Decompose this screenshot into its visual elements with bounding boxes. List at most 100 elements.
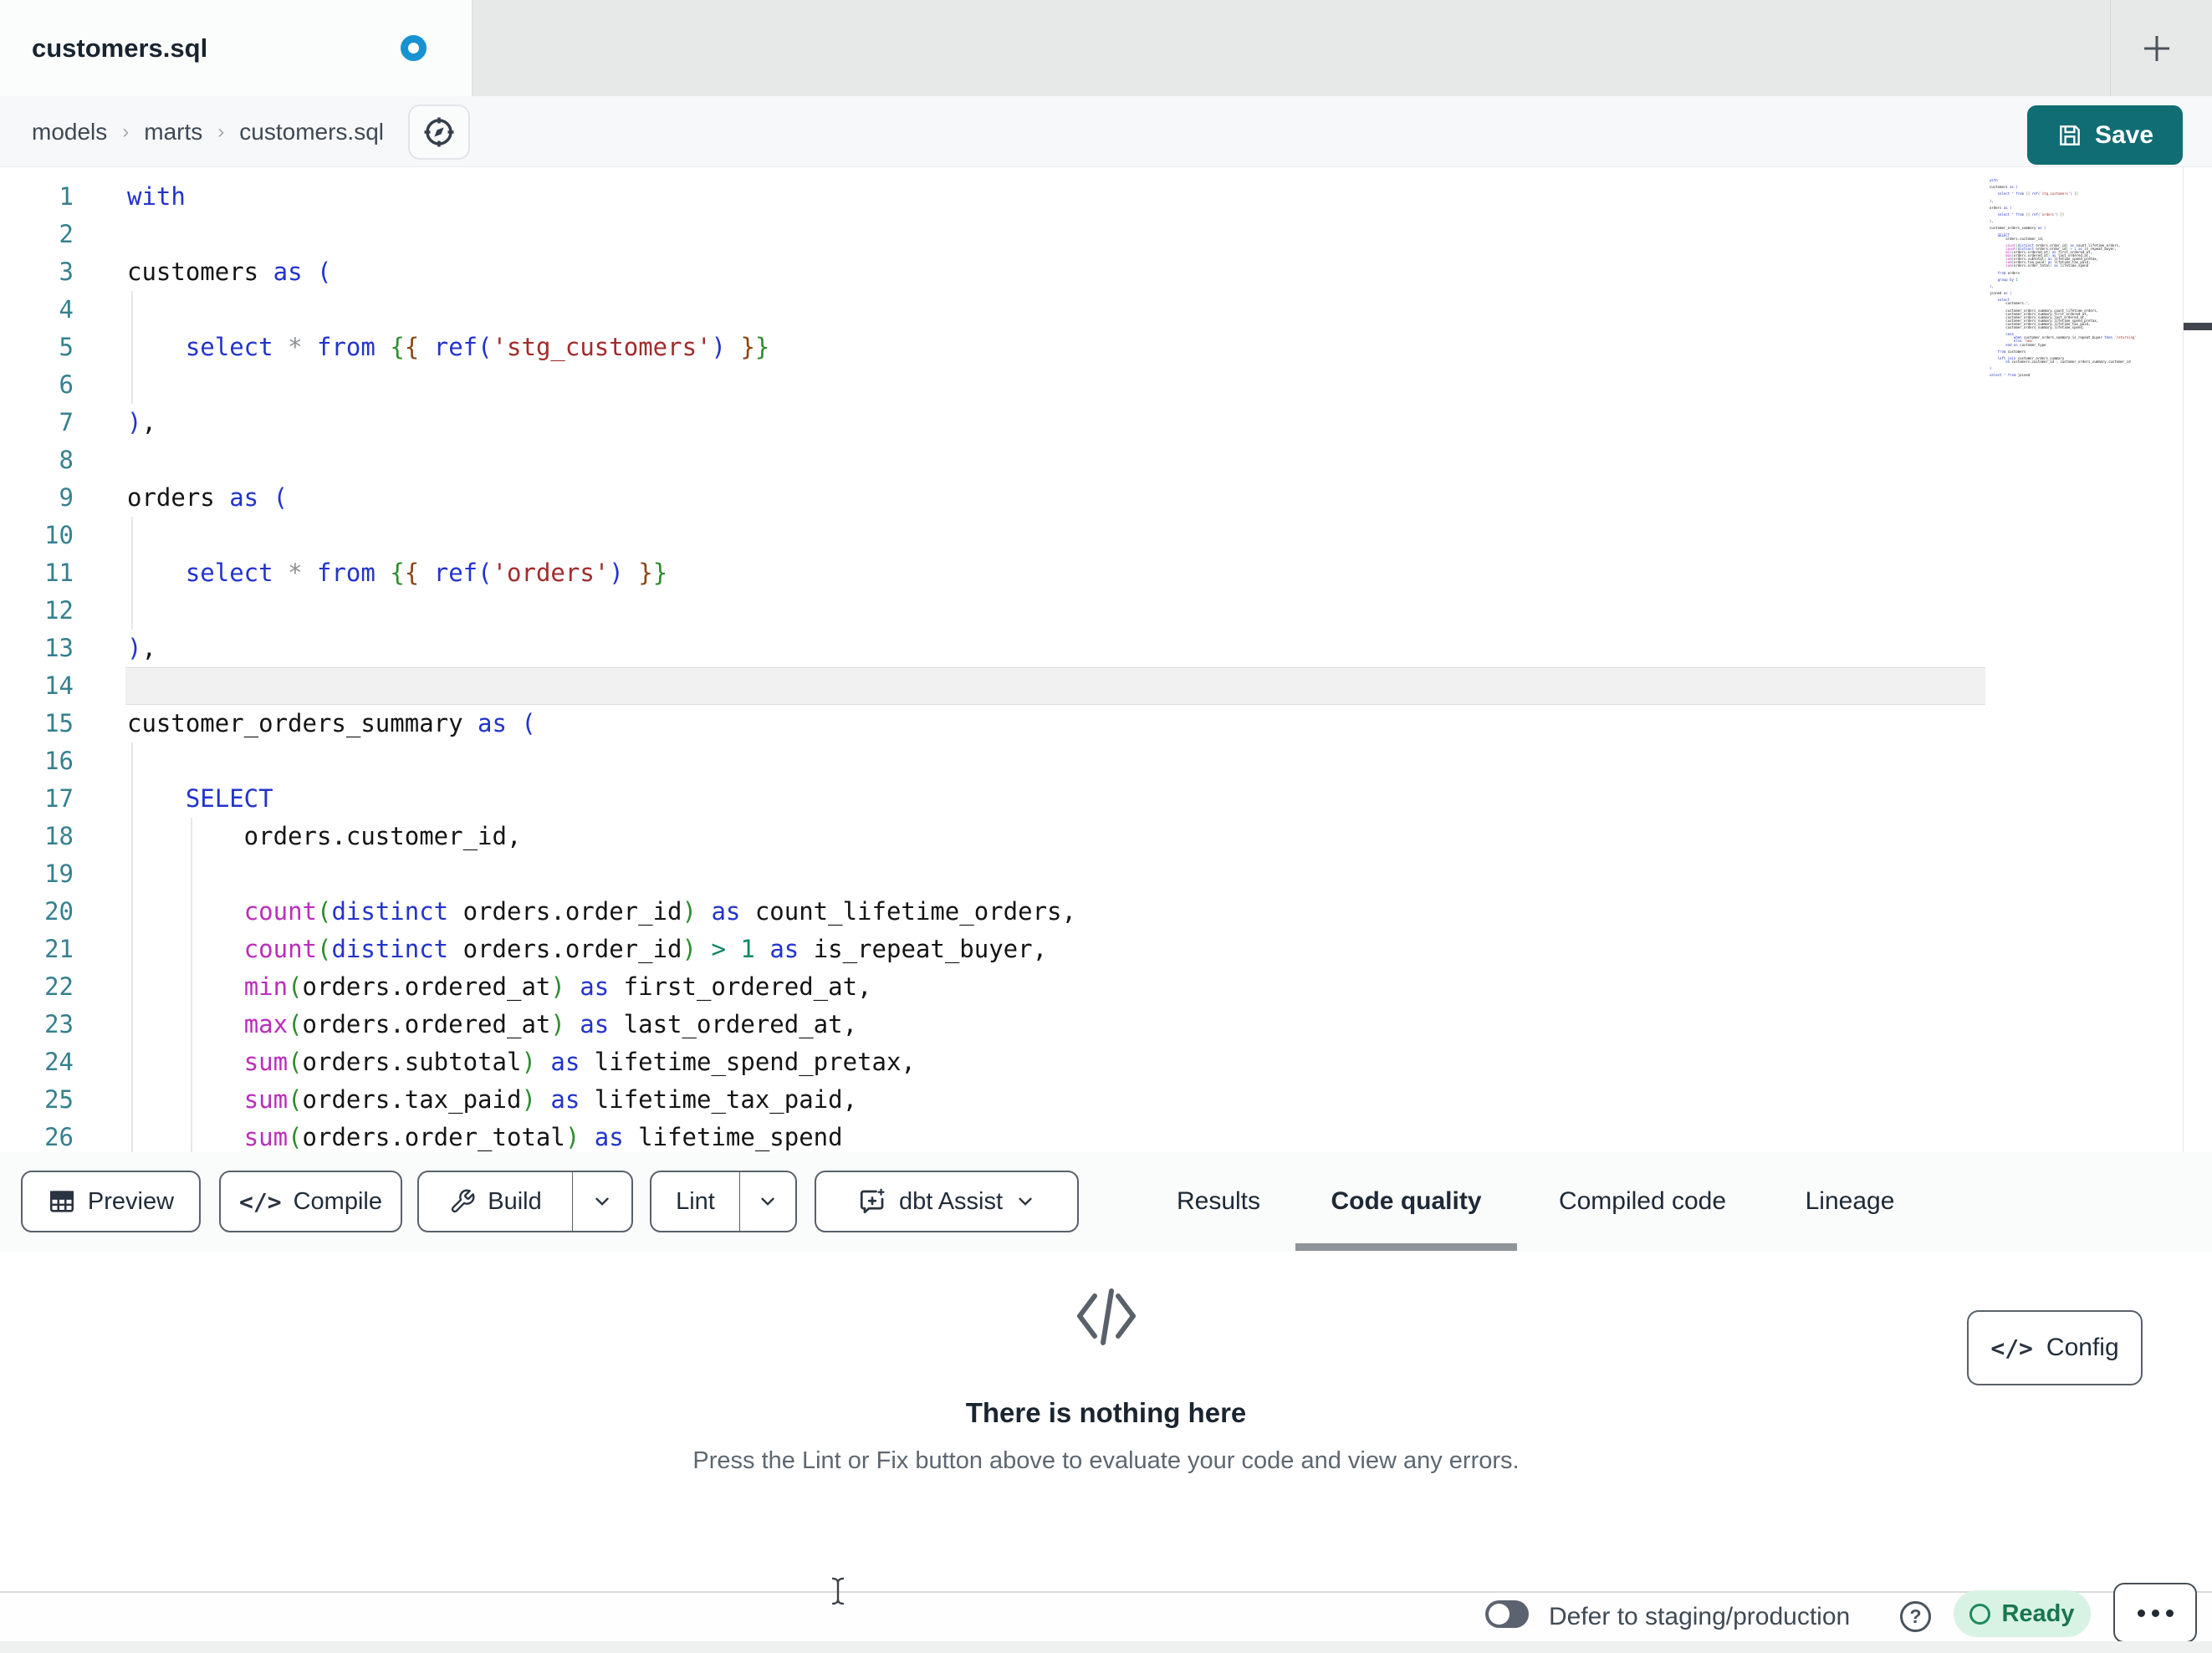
code-lines[interactable]: 1 with 2 3 customers as (4 5 select * from {{… (0, 178, 2212, 1152)
code-line[interactable]: 1 with (0, 178, 2212, 216)
line-number[interactable]: 12 (0, 592, 74, 630)
line-number[interactable]: 2 (0, 216, 74, 253)
code-line[interactable]: 22 min(orders.ordered_at) as first_order… (0, 968, 2212, 1006)
line-number[interactable]: 10 (0, 517, 74, 554)
line-number[interactable]: 11 (0, 554, 74, 592)
code-text: sum(orders.subtotal) as lifetime_spend_p… (243, 1048, 916, 1076)
minimap[interactable]: with customers as ( select * from {{ ref(… (1990, 179, 2183, 377)
code-line[interactable]: 17 SELECT (0, 780, 2212, 818)
indent-guide (191, 855, 192, 893)
save-button[interactable]: Save (2027, 105, 2183, 165)
code-line[interactable]: 23 max(orders.ordered_at) as last_ordere… (0, 1006, 2212, 1043)
line-number[interactable]: 5 (0, 329, 74, 366)
config-button[interactable]: </> Config (1967, 1310, 2143, 1385)
tab-lineage[interactable]: Lineage (1800, 1171, 1900, 1232)
code-line[interactable]: 19 (0, 855, 2212, 893)
indent-guide (131, 742, 133, 780)
current-line-highlight (125, 667, 1985, 705)
code-line[interactable]: 13), (0, 630, 2212, 667)
preview-button[interactable]: Preview (21, 1171, 201, 1232)
breadcrumb-item-marts[interactable]: marts (144, 119, 202, 145)
tab-title: customers.sql (32, 33, 208, 63)
line-number[interactable]: 19 (0, 855, 74, 893)
tab-results[interactable]: Results (1169, 1171, 1268, 1232)
dbt-assist-button[interactable]: dbt Assist (815, 1171, 1079, 1232)
overview-ruler-marker[interactable] (2184, 323, 2212, 330)
empty-state: There is nothing here Press the Lint or … (0, 1281, 2212, 1475)
build-dropdown-button[interactable] (573, 1172, 631, 1231)
preview-label: Preview (87, 1187, 175, 1215)
more-options-button[interactable] (2113, 1583, 2197, 1643)
help-icon[interactable]: ? (1900, 1601, 1931, 1632)
code-line[interactable]: 16 (0, 742, 2212, 780)
code-slash-icon (1076, 1288, 1136, 1345)
line-number[interactable]: 23 (0, 1006, 74, 1043)
line-number[interactable]: 4 (0, 291, 74, 329)
line-number[interactable]: 6 (0, 366, 74, 404)
code-line[interactable]: 18 orders.customer_id, (0, 818, 2212, 855)
code-line[interactable]: 3 customers as ( (0, 253, 2212, 291)
line-number[interactable]: 16 (0, 742, 74, 780)
code-text: ), (127, 408, 156, 436)
code-line[interactable]: 21 count(distinct orders.order_id) > 1 a… (0, 931, 2212, 968)
code-line[interactable]: 26 sum(orders.order_total) as lifetime_s… (0, 1119, 2212, 1152)
tab-customers-sql[interactable]: customers.sql (0, 0, 473, 96)
code-line[interactable]: 10 (0, 517, 2212, 554)
explore-lineage-button[interactable] (408, 105, 470, 160)
line-number[interactable]: 3 (0, 253, 74, 291)
lint-dropdown-button[interactable] (740, 1172, 795, 1231)
line-number[interactable]: 7 (0, 404, 74, 441)
code-line[interactable]: 4 (0, 291, 2212, 329)
code-line[interactable]: 25 sum(orders.tax_paid) as lifetime_tax_… (0, 1081, 2212, 1119)
code-text: count(distinct orders.order_id) > 1 as i… (243, 935, 1048, 963)
code-line[interactable]: 20 count(distinct orders.order_id) as co… (0, 893, 2212, 931)
build-button[interactable]: Build (419, 1172, 572, 1231)
line-number[interactable]: 25 (0, 1081, 74, 1119)
code-line[interactable]: 6 (0, 366, 2212, 404)
defer-toggle[interactable] (1485, 1600, 1529, 1628)
ellipsis-icon (2151, 1609, 2159, 1617)
new-tab-button[interactable] (2138, 29, 2176, 68)
action-toolbar: Preview </> Compile Build Lint dbt Assis… (0, 1152, 2212, 1252)
save-label: Save (2094, 120, 2154, 149)
code-text: customers as ( (127, 258, 332, 286)
code-text: count(distinct orders.order_id) as count… (243, 897, 1076, 926)
compass-icon (424, 117, 454, 147)
line-number[interactable]: 24 (0, 1043, 74, 1081)
line-number[interactable]: 20 (0, 893, 74, 931)
code-line[interactable]: 12 (0, 592, 2212, 630)
line-number[interactable]: 18 (0, 818, 74, 855)
line-number[interactable]: 9 (0, 479, 74, 517)
code-editor[interactable]: 1 with 2 3 customers as (4 5 select * from {{… (0, 167, 2212, 1152)
line-number[interactable]: 26 (0, 1119, 74, 1152)
code-line[interactable]: 14 (0, 667, 2212, 705)
line-number[interactable]: 8 (0, 441, 74, 479)
line-number[interactable]: 14 (0, 667, 74, 705)
tab-compiled-code[interactable]: Compiled code (1550, 1171, 1735, 1232)
defer-label: Defer to staging/production (1549, 1603, 1851, 1630)
code-line[interactable]: 7), (0, 404, 2212, 441)
breadcrumb-item-models[interactable]: models (32, 119, 107, 145)
lint-button[interactable]: Lint (651, 1172, 739, 1231)
indent-guide (131, 366, 133, 404)
code-line[interactable]: 5 select * from {{ ref('stg_customers') … (0, 329, 2212, 366)
line-number[interactable]: 15 (0, 705, 74, 742)
tab-code-quality[interactable]: Code quality (1295, 1171, 1517, 1232)
code-line[interactable]: 9 orders as ( (0, 479, 2212, 517)
compile-button[interactable]: </> Compile (219, 1171, 402, 1232)
line-number[interactable]: 22 (0, 968, 74, 1006)
code-text: select * from {{ ref('orders') }} (185, 559, 668, 587)
code-line[interactable]: 15 customer_orders_summary as ( (0, 705, 2212, 742)
code-line[interactable]: 11 select * from {{ ref('orders') }} (0, 554, 2212, 592)
code-line[interactable]: 8 (0, 441, 2212, 479)
tab-bar-divider (2110, 0, 2111, 96)
code-line[interactable]: 24 sum(orders.subtotal) as lifetime_spen… (0, 1043, 2212, 1081)
line-number[interactable]: 17 (0, 780, 74, 818)
indent-guide (131, 855, 133, 893)
line-number[interactable]: 1 (0, 178, 74, 216)
code-line[interactable]: 2 (0, 216, 2212, 253)
line-number[interactable]: 13 (0, 630, 74, 667)
empty-state-title: There is nothing here (965, 1397, 1247, 1428)
breadcrumb-item-file: customers.sql (239, 118, 384, 145)
line-number[interactable]: 21 (0, 931, 74, 968)
